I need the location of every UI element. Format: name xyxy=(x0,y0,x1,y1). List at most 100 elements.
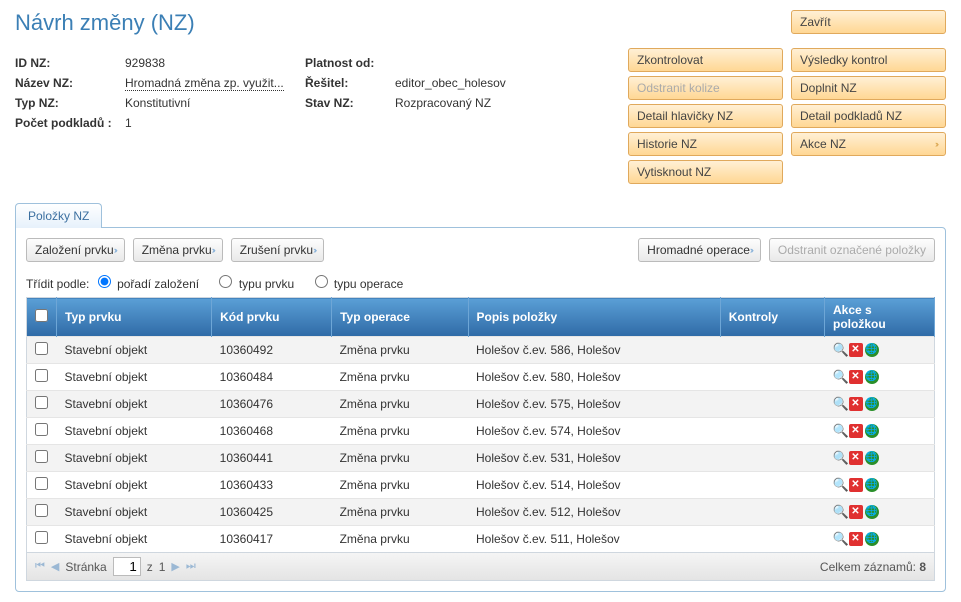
magnify-icon[interactable]: 🔍 xyxy=(833,343,847,357)
type-label: Typ NZ: xyxy=(15,96,125,110)
remove-collisions-button[interactable]: Odstranit kolize xyxy=(628,76,783,100)
delete-icon[interactable]: ✕ xyxy=(849,532,863,546)
table-row[interactable]: Stavební objekt10360484Změna prvkuHolešo… xyxy=(27,364,935,391)
row-checkbox[interactable] xyxy=(35,396,48,409)
cell-type: Stavební objekt xyxy=(57,337,212,364)
select-all-checkbox[interactable] xyxy=(35,309,48,322)
magnify-icon[interactable]: 🔍 xyxy=(833,370,847,384)
state-label: Stav NZ: xyxy=(305,96,395,110)
pager-last-icon[interactable]: ⏭ xyxy=(186,560,196,573)
table-row[interactable]: Stavební objekt10360492Změna prvkuHolešo… xyxy=(27,337,935,364)
docs-label: Počet podkladů : xyxy=(15,116,125,130)
remove-selected-label: Odstranit označené položky xyxy=(778,243,926,257)
delete-icon[interactable]: ✕ xyxy=(849,397,863,411)
create-element-button[interactable]: Založení prvku›› xyxy=(26,238,125,262)
results-label: Výsledky kontrol xyxy=(800,53,887,67)
col-code[interactable]: Kód prvku xyxy=(212,298,332,337)
globe-icon[interactable]: 🌐 xyxy=(865,532,879,546)
sort-order-radio[interactable] xyxy=(98,275,111,288)
row-checkbox[interactable] xyxy=(35,531,48,544)
row-checkbox[interactable] xyxy=(35,504,48,517)
chevron-right-icon: ›› xyxy=(313,245,315,255)
history-button[interactable]: Historie NZ xyxy=(628,132,783,156)
magnify-icon[interactable]: 🔍 xyxy=(833,478,847,492)
cell-checks xyxy=(720,472,824,499)
delete-icon[interactable]: ✕ xyxy=(849,478,863,492)
pager-page-input[interactable] xyxy=(113,557,141,576)
pager-total: 8 xyxy=(919,560,926,574)
state-value: Rozpracovaný NZ xyxy=(395,96,575,110)
table-row[interactable]: Stavební objekt10360441Změna prvkuHolešo… xyxy=(27,445,935,472)
row-checkbox[interactable] xyxy=(35,423,48,436)
change-element-label: Změna prvku xyxy=(142,243,212,257)
cell-op: Změna prvku xyxy=(332,526,468,553)
col-op[interactable]: Typ operace xyxy=(332,298,468,337)
globe-icon[interactable]: 🌐 xyxy=(865,343,879,357)
delete-icon[interactable]: ✕ xyxy=(849,424,863,438)
row-checkbox[interactable] xyxy=(35,369,48,382)
close-button[interactable]: Zavřít xyxy=(791,10,946,34)
delete-icon[interactable]: ✕ xyxy=(849,451,863,465)
col-checks[interactable]: Kontroly xyxy=(720,298,824,337)
row-checkbox[interactable] xyxy=(35,450,48,463)
globe-icon[interactable]: 🌐 xyxy=(865,451,879,465)
results-button[interactable]: Výsledky kontrol xyxy=(791,48,946,72)
delete-icon[interactable]: ✕ xyxy=(849,343,863,357)
sort-op-radio[interactable] xyxy=(315,275,328,288)
magnify-icon[interactable]: 🔍 xyxy=(833,424,847,438)
pager-prev-icon[interactable]: ◀ xyxy=(51,560,59,573)
sort-type-radio[interactable] xyxy=(219,275,232,288)
sort-order-label: pořadí založení xyxy=(117,277,199,291)
magnify-icon[interactable]: 🔍 xyxy=(833,451,847,465)
row-checkbox[interactable] xyxy=(35,342,48,355)
magnify-icon[interactable]: 🔍 xyxy=(833,505,847,519)
globe-icon[interactable]: 🌐 xyxy=(865,424,879,438)
globe-icon[interactable]: 🌐 xyxy=(865,397,879,411)
cell-op: Změna prvku xyxy=(332,391,468,418)
magnify-icon[interactable]: 🔍 xyxy=(833,397,847,411)
change-element-button[interactable]: Změna prvku›› xyxy=(133,238,223,262)
actions-button[interactable]: Akce NZ›› xyxy=(791,132,946,156)
table-row[interactable]: Stavební objekt10360417Změna prvkuHolešo… xyxy=(27,526,935,553)
table-row[interactable]: Stavební objekt10360425Změna prvkuHolešo… xyxy=(27,499,935,526)
sort-op-label: typu operace xyxy=(334,277,403,291)
print-button[interactable]: Vytisknout NZ xyxy=(628,160,783,184)
id-value: 929838 xyxy=(125,56,305,70)
bulk-operations-button[interactable]: Hromadné operace›› xyxy=(638,238,761,262)
cell-desc: Holešov č.ev. 575, Holešov xyxy=(468,391,720,418)
globe-icon[interactable]: 🌐 xyxy=(865,370,879,384)
globe-icon[interactable]: 🌐 xyxy=(865,478,879,492)
delete-icon[interactable]: ✕ xyxy=(849,505,863,519)
supplement-button[interactable]: Doplnit NZ xyxy=(791,76,946,100)
table-row[interactable]: Stavební objekt10360433Změna prvkuHolešo… xyxy=(27,472,935,499)
table-row[interactable]: Stavební objekt10360476Změna prvkuHolešo… xyxy=(27,391,935,418)
magnify-icon[interactable]: 🔍 xyxy=(833,532,847,546)
cell-type: Stavební objekt xyxy=(57,499,212,526)
remove-selected-button[interactable]: Odstranit označené položky xyxy=(769,238,935,262)
cell-desc: Holešov č.ev. 580, Holešov xyxy=(468,364,720,391)
cell-desc: Holešov č.ev. 531, Holešov xyxy=(468,445,720,472)
cell-code: 10360484 xyxy=(212,364,332,391)
delete-icon[interactable]: ✕ xyxy=(849,370,863,384)
docs-detail-button[interactable]: Detail podkladů NZ xyxy=(791,104,946,128)
globe-icon[interactable]: 🌐 xyxy=(865,505,879,519)
row-checkbox[interactable] xyxy=(35,477,48,490)
remove-collisions-label: Odstranit kolize xyxy=(637,81,720,95)
table-row[interactable]: Stavební objekt10360468Změna prvkuHolešo… xyxy=(27,418,935,445)
col-desc[interactable]: Popis položky xyxy=(468,298,720,337)
header-detail-button[interactable]: Detail hlavičky NZ xyxy=(628,104,783,128)
docs-detail-label: Detail podkladů NZ xyxy=(800,109,902,123)
col-actions[interactable]: Akce s položkou xyxy=(825,298,935,337)
tab-items[interactable]: Položky NZ xyxy=(15,203,102,228)
cancel-element-button[interactable]: Zrušení prvku›› xyxy=(231,238,324,262)
cell-desc: Holešov č.ev. 512, Holešov xyxy=(468,499,720,526)
cell-type: Stavební objekt xyxy=(57,445,212,472)
check-button[interactable]: Zkontrolovat xyxy=(628,48,783,72)
col-type[interactable]: Typ prvku xyxy=(57,298,212,337)
name-value[interactable]: Hromadná změna zp. využit... xyxy=(125,76,284,91)
pager-first-icon[interactable]: ⏮ xyxy=(35,560,45,573)
pager-next-icon[interactable]: ▶ xyxy=(171,560,179,573)
actions-label: Akce NZ xyxy=(800,137,846,151)
cell-code: 10360433 xyxy=(212,472,332,499)
check-label: Zkontrolovat xyxy=(637,53,703,67)
